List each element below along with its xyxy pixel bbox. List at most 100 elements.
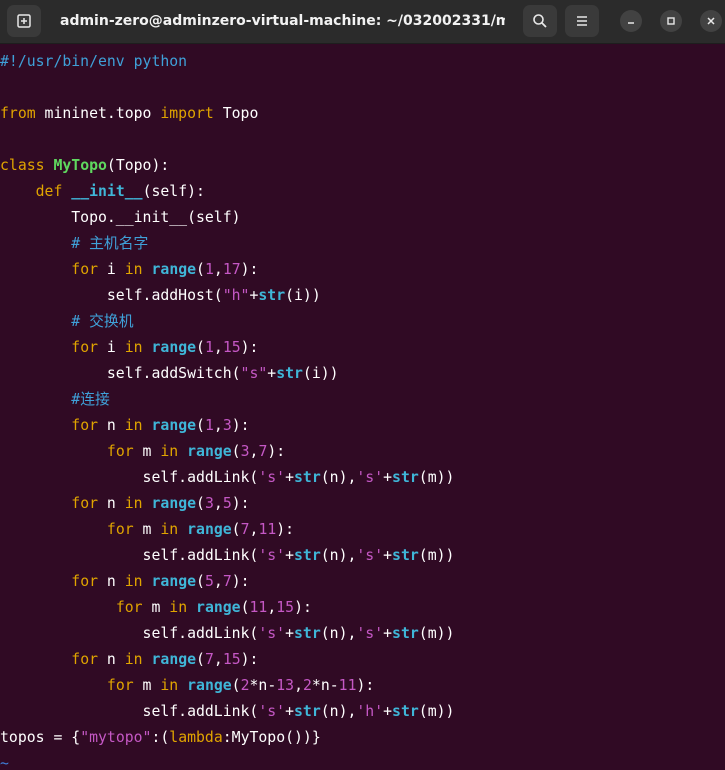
code-token: n	[98, 573, 125, 590]
code-token: in	[124, 261, 143, 278]
search-button[interactable]	[523, 5, 557, 37]
code-line: for n in range(5,7):	[0, 569, 725, 595]
code-token: range	[151, 651, 197, 668]
code-token: n	[98, 417, 125, 434]
code-token: 11	[249, 599, 268, 616]
code-line: ​	[0, 127, 725, 153]
code-token: in	[160, 443, 179, 460]
code-token: i	[98, 339, 125, 356]
code-editor[interactable]: #!/usr/bin/env python ​from mininet.topo …	[0, 49, 725, 770]
code-token: ):	[356, 677, 375, 694]
search-icon	[533, 14, 547, 28]
code-token: ):	[231, 417, 250, 434]
code-token: 15	[222, 339, 241, 356]
code-token: def	[35, 183, 63, 200]
code-token: ):	[240, 339, 259, 356]
code-token: m	[133, 677, 161, 694]
code-token: 's'	[258, 703, 286, 720]
code-token: ~	[0, 755, 9, 770]
code-token: MyTopo	[53, 157, 107, 174]
code-line: for n in range(1,3):	[0, 413, 725, 439]
code-token: 's'	[258, 547, 286, 564]
code-token: ):	[231, 573, 250, 590]
code-token: str	[258, 287, 286, 304]
new-tab-button[interactable]	[7, 5, 41, 37]
code-token: in	[124, 339, 143, 356]
code-token: ,	[213, 417, 223, 434]
code-token: range	[151, 339, 197, 356]
code-line: # 交换机	[0, 309, 725, 335]
code-token: str	[392, 703, 419, 720]
code-token: 2	[240, 677, 250, 694]
code-token: for	[71, 651, 99, 668]
code-token: 1	[204, 339, 214, 356]
code-token: +	[383, 547, 393, 564]
code-token: self.addLink(	[0, 703, 259, 720]
code-token: 5	[222, 495, 232, 512]
code-token: for	[71, 495, 99, 512]
code-token: n	[98, 495, 125, 512]
code-token: (	[196, 417, 205, 434]
code-token: 7	[240, 521, 250, 538]
code-line: for i in range(1,15):	[0, 335, 725, 361]
code-line: ​	[0, 75, 725, 101]
code-token: (i))	[302, 365, 339, 382]
menu-button[interactable]	[565, 5, 599, 37]
code-token: (	[231, 443, 241, 460]
code-token: str	[294, 625, 321, 642]
code-line: for m in range(3,7):	[0, 439, 725, 465]
code-token: (	[231, 521, 241, 538]
code-token: range	[187, 443, 232, 460]
code-token: range	[187, 677, 232, 694]
code-token: (	[240, 599, 250, 616]
code-token: __init__	[71, 183, 143, 200]
code-line: ~	[0, 751, 725, 770]
terminal-window: admin-zero@adminzero-virtual-machine: ~/…	[0, 0, 725, 770]
code-line: # 主机名字	[0, 231, 725, 257]
code-line: topos = {"mytopo":(lambda:MyTopo())}	[0, 725, 725, 751]
code-token: for	[71, 339, 99, 356]
code-token: ,	[213, 339, 223, 356]
code-token: 's'	[356, 625, 384, 642]
code-token: for	[71, 417, 99, 434]
code-token: # 主机名字	[71, 235, 149, 252]
code-token: in	[124, 417, 143, 434]
code-line: self.addLink('s'+str(n),'s'+str(m))	[0, 465, 725, 491]
minimize-button[interactable]	[620, 10, 642, 32]
code-token: 1	[204, 261, 214, 278]
code-token: for	[115, 599, 143, 616]
code-token: for	[106, 677, 134, 694]
close-button[interactable]	[700, 10, 722, 32]
code-token: 3	[204, 495, 214, 512]
code-token: +	[285, 547, 295, 564]
code-token: ):	[294, 599, 312, 616]
code-token: 1	[204, 417, 214, 434]
code-line: self.addHost("h"+str(i))	[0, 283, 725, 309]
maximize-button[interactable]	[660, 10, 682, 32]
code-token: 7	[204, 651, 214, 668]
code-line: def __init__(self):	[0, 179, 725, 205]
code-token: in	[160, 521, 179, 538]
code-token: (	[196, 573, 205, 590]
code-token: str	[392, 625, 419, 642]
close-icon	[707, 17, 715, 25]
code-token: (i))	[285, 287, 321, 304]
code-token: 11	[258, 521, 277, 538]
code-token: (m))	[418, 703, 455, 720]
code-token: ,	[213, 651, 223, 668]
code-token: ):	[267, 443, 286, 460]
code-token: range	[196, 599, 241, 616]
new-tab-icon	[17, 14, 31, 28]
code-line: self.addSwitch("s"+str(i))	[0, 361, 725, 387]
code-token: 11	[338, 677, 357, 694]
code-line: self.addLink('s'+str(n),'h'+str(m))	[0, 699, 725, 725]
